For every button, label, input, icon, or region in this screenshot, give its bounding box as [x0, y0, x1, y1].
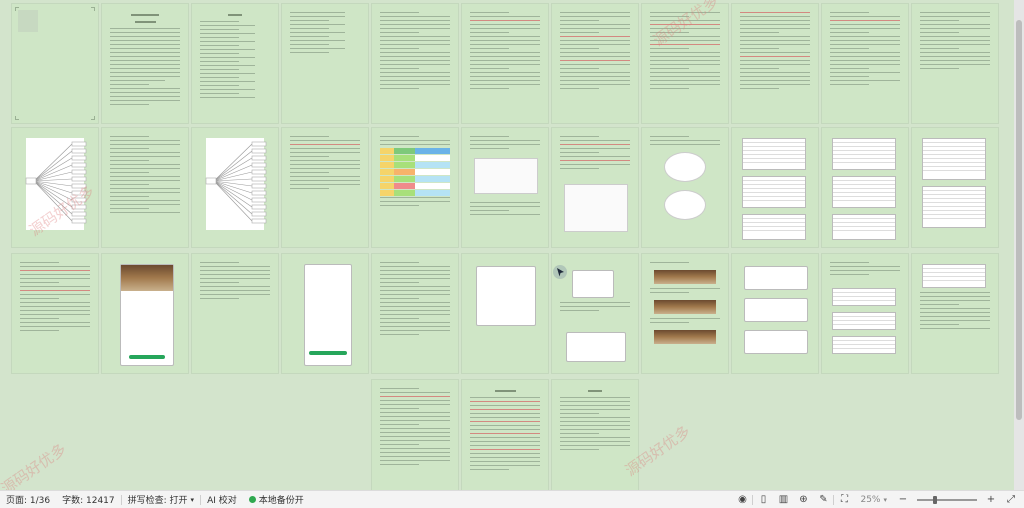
page-thumbnail[interactable] — [552, 4, 638, 123]
page-indicator[interactable]: 页面: 1/36 — [0, 491, 56, 508]
web-view-icon[interactable]: ⊕ — [796, 493, 810, 507]
zoom-out-icon[interactable]: − — [896, 493, 910, 507]
word-count[interactable]: 字数: 12417 — [56, 491, 121, 508]
page-thumbnail[interactable] — [282, 254, 368, 373]
ai-proofread-button[interactable]: AI 校对 — [201, 491, 243, 508]
fullscreen-icon[interactable]: ⤢ — [1004, 493, 1018, 507]
page-thumbnail[interactable] — [732, 128, 818, 247]
page-thumbnail[interactable] — [12, 4, 98, 123]
page-thumbnail[interactable] — [462, 254, 548, 373]
page-thumbnail[interactable] — [822, 254, 908, 373]
zoom-level[interactable]: 25% ▾ — [854, 491, 893, 508]
page-thumbnail[interactable] — [282, 4, 368, 123]
page-thumbnail[interactable] — [462, 380, 548, 490]
status-bar: 页面: 1/36 字数: 12417 拼写检查: 打开 ▾ AI 校对 本地备份开… — [0, 490, 1024, 508]
pen-icon[interactable]: ✎ — [816, 493, 830, 507]
page-thumbnail[interactable] — [732, 254, 818, 373]
page-thumbnail[interactable] — [642, 254, 728, 373]
page-thumbnail[interactable] — [462, 128, 548, 247]
page-thumbnail[interactable] — [282, 128, 368, 247]
zoom-slider[interactable] — [917, 495, 977, 504]
page-thumbnail[interactable] — [372, 254, 458, 373]
page-thumbnail[interactable] — [912, 254, 998, 373]
divider — [833, 494, 835, 505]
page-thumbnail[interactable] — [192, 4, 278, 123]
page-thumbnail[interactable] — [372, 380, 458, 490]
page-thumbnail[interactable] — [642, 128, 728, 247]
chevron-down-icon: ▾ — [883, 495, 887, 504]
page-thumbnail[interactable] — [912, 128, 998, 247]
scrollbar-thumb[interactable] — [1016, 20, 1022, 420]
page-thumbnail[interactable] — [372, 128, 458, 247]
page-view-icon[interactable]: ▯ — [756, 493, 770, 507]
local-backup-status[interactable]: 本地备份开 — [243, 491, 310, 508]
page-thumbnail[interactable] — [192, 254, 278, 373]
eye-icon[interactable]: ◉ — [735, 493, 749, 507]
fit-page-icon[interactable]: ⛶ — [837, 493, 851, 507]
backup-status-icon — [248, 496, 256, 503]
page-thumbnail[interactable] — [912, 4, 998, 123]
chevron-down-icon: ▾ — [190, 495, 195, 504]
zoom-in-icon[interactable]: + — [984, 493, 998, 507]
mouse-cursor-icon — [553, 265, 567, 279]
page-thumbnail[interactable] — [462, 4, 548, 123]
document-workspace[interactable]: 源码好优多 源码好优多 源码好优多 源码好优多 — [0, 0, 1014, 490]
two-page-view-icon[interactable]: ▥ — [776, 493, 790, 507]
page-thumbnail[interactable] — [192, 128, 278, 247]
page-thumbnail[interactable] — [102, 4, 188, 123]
spell-check-toggle[interactable]: 拼写检查: 打开 ▾ — [122, 491, 200, 508]
page-thumbnail[interactable] — [372, 4, 458, 123]
page-thumbnail[interactable] — [732, 4, 818, 123]
page-thumbnail[interactable] — [102, 128, 188, 247]
page-thumbnail[interactable] — [552, 128, 638, 247]
page-thumbnail[interactable] — [552, 380, 638, 490]
page-thumbnail[interactable] — [102, 254, 188, 373]
divider — [752, 494, 754, 505]
vertical-scrollbar[interactable] — [1014, 0, 1024, 490]
page-thumbnail[interactable] — [12, 254, 98, 373]
watermark: 源码好优多 — [0, 440, 70, 490]
zoom-slider-knob[interactable] — [933, 495, 937, 504]
page-thumbnail[interactable] — [822, 4, 908, 123]
page-thumbnail[interactable] — [822, 128, 908, 247]
mindmap-figure — [198, 138, 272, 228]
